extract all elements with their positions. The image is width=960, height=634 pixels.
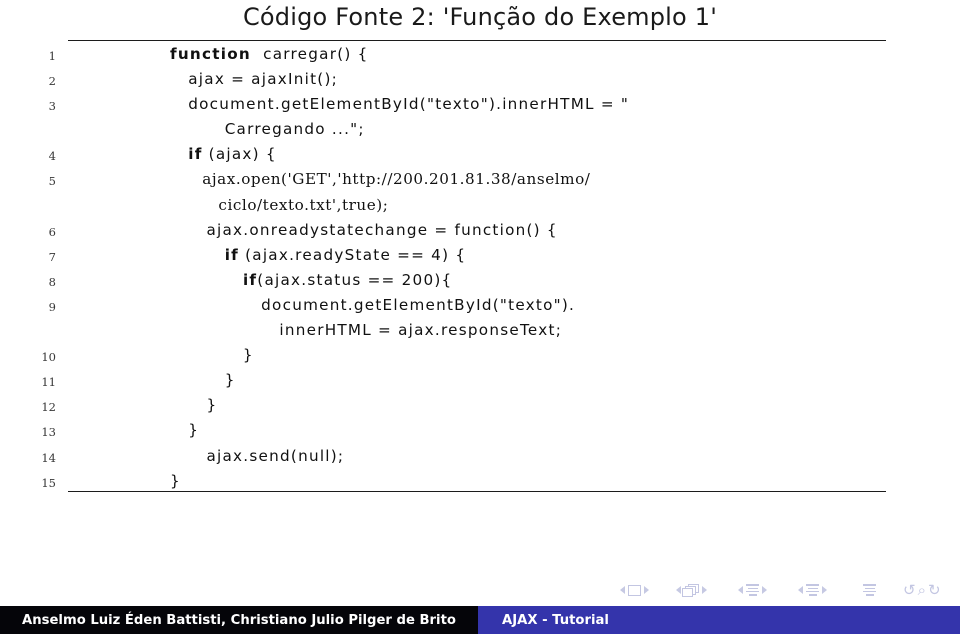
nav-group-subsection[interactable] [738, 579, 767, 601]
code-line-number: 15 [41, 475, 56, 490]
code-line: 14 ajax.send(null); [0, 446, 960, 471]
code-line-text: if (ajax.readyState == 4) { [224, 245, 467, 264]
code-line: 7 if (ajax.readyState == 4) { [0, 245, 960, 270]
beamer-navigation-bar[interactable]: ↺ ⌕ ↻ [620, 579, 950, 601]
code-line-number: 9 [48, 299, 56, 314]
code-line: 13 } [0, 420, 960, 445]
code-line-number: 12 [41, 400, 56, 415]
code-line-text: } [170, 346, 254, 365]
nav-group-frame[interactable] [676, 579, 707, 601]
page-title: Código Fonte 2: 'Função do Exemplo 1' [242, 3, 718, 31]
nav-group-history[interactable]: ↺ ⌕ ↻ [903, 579, 941, 601]
nav-group-section[interactable] [798, 579, 827, 601]
subsection-icon[interactable] [746, 584, 759, 596]
code-line-number: 10 [41, 350, 56, 365]
code-keyword: if [242, 270, 258, 289]
code-line-number: 6 [48, 224, 56, 239]
code-line-text: ciclo/texto.txt',true); [170, 195, 389, 214]
code-line: 2 ajax = ajaxInit(); [0, 69, 960, 94]
code-line-number: 1 [48, 49, 56, 63]
slide-footer: Anselmo Luiz Éden Battisti, Christiano J… [0, 606, 960, 634]
code-line-text: ajax.onreadystatechange = function() { [170, 220, 558, 239]
code-line: Carregando ..."; [0, 119, 960, 144]
code-line: ciclo/texto.txt',true); [0, 195, 960, 220]
section-icon[interactable] [806, 584, 819, 596]
section-prev-icon[interactable] [798, 586, 803, 594]
subsection-prev-icon[interactable] [738, 586, 743, 594]
code-line-number: 8 [48, 274, 56, 289]
code-line-number: 5 [48, 174, 56, 189]
code-line: 1 function carregar() { [0, 44, 960, 69]
footer-author: Anselmo Luiz Éden Battisti, Christiano J… [0, 606, 478, 634]
listing-top-rule [68, 40, 886, 41]
code-line-number: 2 [48, 74, 56, 89]
frame-next-icon[interactable] [702, 586, 707, 594]
doc-icon[interactable] [863, 584, 876, 596]
code-line: 10 } [0, 345, 960, 370]
search-icon[interactable]: ⌕ [918, 582, 926, 598]
code-line-text: } [170, 396, 218, 415]
code-line-number: 14 [41, 450, 56, 465]
subsection-next-icon[interactable] [762, 586, 767, 594]
code-line-number: 4 [48, 149, 56, 164]
slide-next-icon[interactable] [644, 586, 649, 594]
forward-icon[interactable]: ↻ [928, 582, 941, 598]
code-line-text: if(ajax.status == 200){ [242, 270, 453, 289]
code-line-number: 11 [41, 375, 56, 390]
section-next-icon[interactable] [822, 586, 827, 594]
slide-canvas: Código Fonte 2: 'Função do Exemplo 1' 1 f… [0, 0, 960, 634]
code-line-text: ajax.open('GET','http://200.201.81.38/an… [170, 170, 591, 189]
code-keyword: function [170, 45, 251, 63]
code-line: 5 ajax.open('GET','http://200.201.81.38/… [0, 169, 960, 194]
code-line-text: document.getElementById("texto").innerHT… [170, 95, 630, 114]
slide-prev-icon[interactable] [620, 586, 625, 594]
code-line-text: } [170, 471, 181, 490]
code-line: 3 document.getElementById("texto").inner… [0, 94, 960, 119]
code-line: 8 if(ajax.status == 200){ [0, 270, 960, 295]
code-line-text: } [170, 421, 200, 440]
frame-icon[interactable] [682, 584, 699, 597]
frame-prev-icon[interactable] [676, 586, 681, 594]
code-line: innerHTML = ajax.responseText; [0, 320, 960, 345]
code-line-text: if (ajax) { [188, 145, 277, 164]
code-line-number: 7 [48, 249, 56, 264]
code-listing: 1 function carregar() { 2 ajax = ajaxInit(… [0, 44, 960, 496]
code-line-text: innerHTML = ajax.responseText; [170, 321, 563, 340]
code-line: 4 if (ajax) { [0, 144, 960, 169]
code-line-number: 3 [48, 99, 56, 114]
code-line: 11 } [0, 370, 960, 395]
nav-group-slide[interactable] [620, 579, 649, 601]
code-line: 6 ajax.onreadystatechange = function() { [0, 220, 960, 245]
back-icon[interactable]: ↺ [903, 582, 916, 598]
footer-title: AJAX - Tutorial [478, 606, 960, 634]
code-line-text: Carregando ..."; [170, 120, 365, 139]
code-line-text: function carregar() { [170, 45, 369, 63]
code-line-text: document.getElementById("texto"). [170, 295, 576, 314]
code-line-number: 13 [41, 425, 56, 440]
code-line-text: ajax.send(null); [170, 446, 345, 465]
nav-group-doc[interactable] [863, 579, 876, 601]
slide-icon[interactable] [628, 584, 641, 596]
listing-bottom-rule [68, 491, 886, 492]
code-line: 9 document.getElementById("texto"). [0, 295, 960, 320]
code-keyword: if [224, 245, 240, 264]
code-line-text: } [170, 371, 236, 390]
code-line: 12 } [0, 395, 960, 420]
code-keyword: if [188, 145, 203, 164]
code-line-text: ajax = ajaxInit(); [170, 70, 339, 89]
